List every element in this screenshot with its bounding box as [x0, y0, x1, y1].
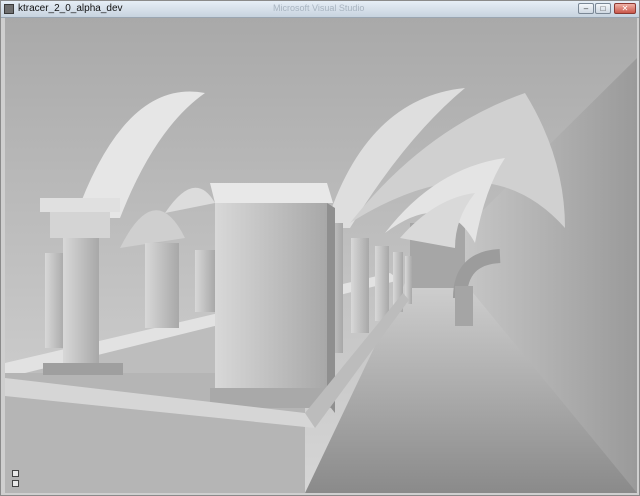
render-viewport[interactable]: [5, 18, 637, 493]
background-window-title: Microsoft Visual Studio: [273, 3, 365, 13]
app-window: ktracer_2_0_alpha_dev Microsoft Visual S…: [0, 0, 640, 496]
app-icon[interactable]: [4, 4, 14, 14]
maximize-button[interactable]: □: [595, 3, 611, 14]
window-title: ktracer_2_0_alpha_dev: [18, 3, 123, 14]
gripper-icon[interactable]: [12, 480, 19, 487]
close-button[interactable]: ✕: [614, 3, 636, 14]
title-bar[interactable]: ktracer_2_0_alpha_dev Microsoft Visual S…: [1, 1, 639, 18]
gripper-icon[interactable]: [12, 470, 19, 477]
minimize-button[interactable]: –: [578, 3, 594, 14]
render-image: [5, 18, 637, 493]
